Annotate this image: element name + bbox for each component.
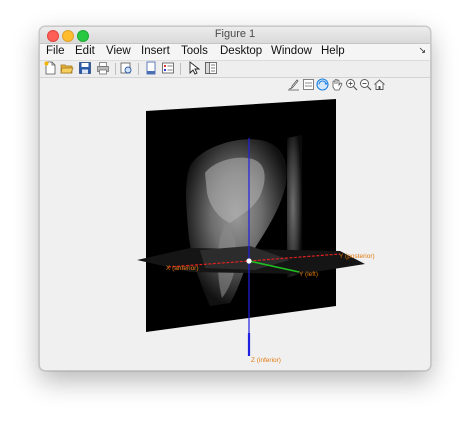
print-preview-icon[interactable] xyxy=(119,61,133,75)
link-plot-icon[interactable] xyxy=(144,61,158,75)
axes-3d[interactable]: X (anterior) Y (posterior) Y (left) Z (i… xyxy=(40,78,430,370)
title-bar[interactable]: Figure 1 xyxy=(40,27,430,44)
menu-window[interactable]: Window xyxy=(271,45,312,57)
menu-file[interactable]: File xyxy=(46,45,65,57)
origin-marker xyxy=(246,258,252,264)
edit-plot-icon[interactable] xyxy=(187,61,201,75)
slice-corner-marker xyxy=(202,121,218,134)
x-axis-label: X (anterior) xyxy=(166,265,199,272)
y-axis-left-label: Y (left) xyxy=(299,271,318,278)
menu-insert[interactable]: Insert xyxy=(141,45,170,57)
open-file-icon[interactable] xyxy=(60,61,74,75)
y-axis-posterior-label: Y (posterior) xyxy=(339,253,375,260)
figure-canvas[interactable]: X (anterior) Y (posterior) Y (left) Z (i… xyxy=(40,78,430,370)
menu-overflow-icon[interactable]: ↘ xyxy=(418,45,426,56)
save-icon[interactable] xyxy=(78,61,92,75)
plot-browser-icon[interactable] xyxy=(204,61,218,75)
insert-colorbar-icon[interactable] xyxy=(161,61,175,75)
menu-desktop[interactable]: Desktop xyxy=(220,45,262,57)
menu-help[interactable]: Help xyxy=(321,45,345,57)
toolbar-separator xyxy=(138,63,139,75)
z-axis-label: Z (inferior) xyxy=(251,357,281,364)
figure-window: Figure 1 File Edit View Insert Tools Des… xyxy=(39,26,431,371)
toolbar-separator xyxy=(180,63,181,75)
menu-view[interactable]: View xyxy=(106,45,131,57)
figure-toolbar xyxy=(40,61,430,78)
new-figure-icon[interactable] xyxy=(43,61,57,75)
print-icon[interactable] xyxy=(96,61,110,75)
window-title: Figure 1 xyxy=(214,28,256,40)
menu-edit[interactable]: Edit xyxy=(75,45,95,57)
toolbar-separator xyxy=(115,63,116,75)
menu-tools[interactable]: Tools xyxy=(181,45,208,57)
menu-bar: File Edit View Insert Tools Desktop Wind… xyxy=(40,44,430,61)
